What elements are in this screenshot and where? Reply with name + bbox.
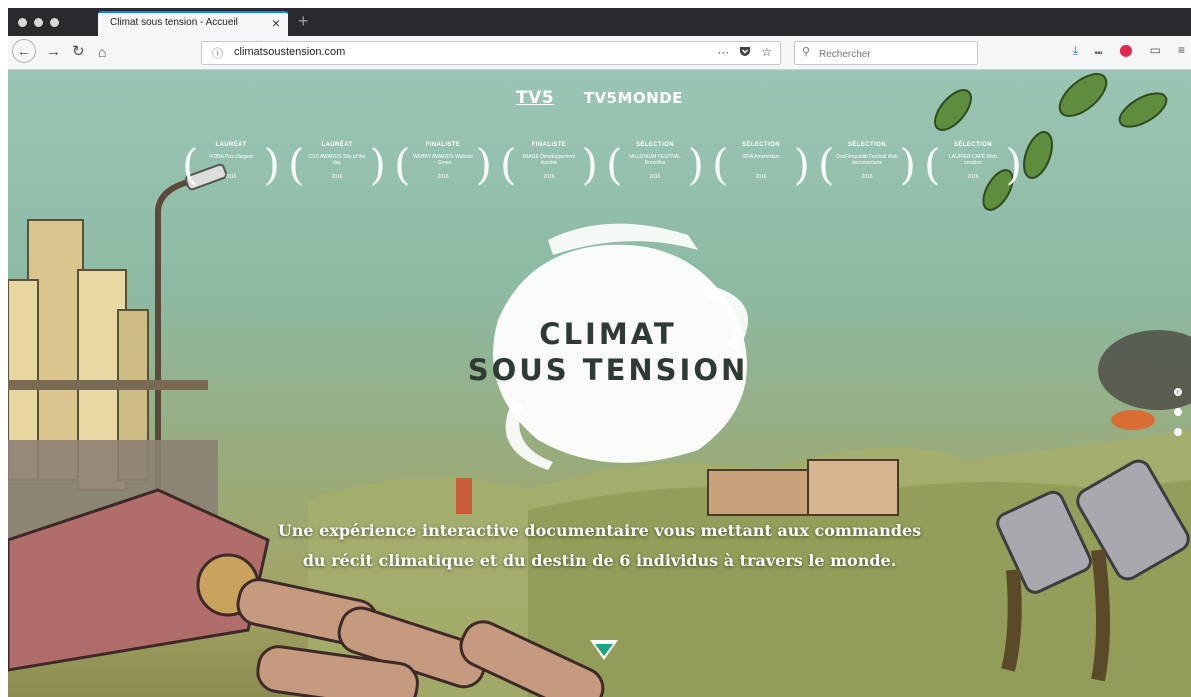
search-icon: ⚲ — [802, 46, 811, 58]
tab-active[interactable]: Climat sous tension - Accueil × — [98, 11, 288, 36]
award-name: IMAGE Développement durable — [522, 154, 576, 166]
maximize-window-button[interactable] — [50, 18, 59, 27]
page-content: TV5 TV5MONDE ( ) LAURÉAT FIDBA Prix d'ar… — [8, 70, 1191, 697]
laurel-right-icon: ) — [793, 140, 810, 189]
award-badge: ( ) FINALISTE WEBBY AWARDS Website - Gre… — [394, 138, 492, 198]
logo-title-line1: CLIMAT — [539, 317, 677, 351]
award-badge: ( ) LAURÉAT FIDBA Prix d'argent 2016 — [182, 138, 280, 198]
pocket-icon[interactable] — [739, 45, 751, 60]
laurel-right-icon: ) — [1005, 140, 1022, 189]
award-title: FINALISTE — [425, 142, 461, 148]
award-title: LAURÉAT — [215, 142, 247, 148]
sidebar-icon[interactable]: ▭ — [1150, 43, 1161, 58]
chevron-down-icon — [590, 640, 618, 660]
award-name: FIDBA Prix d'argent — [209, 154, 253, 160]
award-title: SÉLECTION — [954, 142, 992, 148]
pagination-dot[interactable] — [1174, 388, 1182, 396]
laurel-right-icon: ) — [687, 140, 704, 189]
site-info-icon[interactable]: ⓘ — [212, 45, 223, 61]
back-button[interactable]: ← — [12, 39, 36, 63]
site-logo: CLIMAT SOUS TENSION — [388, 250, 828, 480]
award-name: DocFilmpublik Festival Web documentaire — [836, 154, 898, 166]
download-icon[interactable]: ⤓ — [1073, 43, 1078, 58]
award-badge: ( ) SÉLECTION MILLENIUM FESTIVAL Bruxell… — [606, 138, 704, 198]
laurel-right-icon: ) — [475, 140, 492, 189]
award-year: 2016 — [649, 174, 661, 180]
tv5-logo[interactable]: TV5 — [516, 88, 554, 108]
close-window-button[interactable] — [18, 18, 27, 27]
award-badge: ( ) FINALISTE IMAGE Développement durabl… — [500, 138, 598, 198]
broadcaster-logos: TV5 TV5MONDE — [8, 88, 1191, 108]
pagination-dot[interactable] — [1174, 408, 1182, 416]
award-title: SÉLECTION — [636, 142, 674, 148]
library-icon[interactable]: ⑉ — [1095, 43, 1102, 58]
award-title: FINALISTE — [531, 142, 567, 148]
bookmark-star-icon[interactable]: ☆ — [761, 45, 772, 60]
awards-row: ( ) LAURÉAT FIDBA Prix d'argent 2016 ( )… — [182, 138, 1022, 198]
award-badge: ( ) SÉLECTION DocFilmpublik Festival Web… — [818, 138, 916, 198]
award-year: 2016 — [331, 174, 343, 180]
award-badge: ( ) SÉLECTION IDFA Amsterdam 2016 — [712, 138, 810, 198]
award-year: 2016 — [861, 174, 873, 180]
ublock-icon[interactable]: ⬤ — [1119, 43, 1132, 58]
award-name: LAURIER CAFÉ Web creation — [949, 154, 997, 166]
award-name: MILLENIUM FESTIVAL Bruxelles — [629, 154, 681, 166]
new-tab-button[interactable]: + — [298, 10, 309, 32]
award-year: 2016 — [437, 174, 449, 180]
tv5monde-logo[interactable]: TV5MONDE — [584, 89, 683, 107]
award-year: 2016 — [543, 174, 555, 180]
tab-title: Climat sous tension - Accueil — [110, 17, 238, 28]
pagination-dot[interactable] — [1174, 428, 1182, 436]
award-title: LAURÉAT — [321, 142, 353, 148]
laurel-right-icon: ) — [263, 140, 280, 189]
window-controls[interactable] — [18, 18, 59, 27]
award-year: 2016 — [225, 174, 237, 180]
nav-bar: ← → ↻ ⌂ ⓘ climatsoustension.com ··· ☆ ⚲ … — [8, 36, 1191, 70]
laurel-right-icon: ) — [581, 140, 598, 189]
award-badge: ( ) SÉLECTION LAURIER CAFÉ Web creation … — [924, 138, 1022, 198]
scroll-down-button[interactable] — [590, 640, 618, 662]
section-pagination — [1174, 388, 1182, 448]
award-name: WEBBY AWARDS Website - Green — [412, 154, 474, 166]
search-input[interactable] — [817, 45, 971, 63]
award-name: IDFA Amsterdam — [742, 154, 780, 160]
award-title: SÉLECTION — [848, 142, 886, 148]
reload-button[interactable]: ↻ — [72, 42, 85, 62]
url-bar[interactable]: ⓘ climatsoustension.com ··· ☆ — [201, 41, 781, 65]
search-bar[interactable]: ⚲ — [794, 41, 978, 65]
award-title: SÉLECTION — [742, 142, 780, 148]
close-tab-icon[interactable]: × — [272, 14, 280, 32]
page-actions-icon[interactable]: ··· — [717, 45, 729, 60]
url-text[interactable]: climatsoustension.com — [234, 46, 345, 58]
laurel-right-icon: ) — [899, 140, 916, 189]
home-button[interactable]: ⌂ — [98, 42, 106, 62]
logo-title-line2: SOUS TENSION — [467, 353, 749, 387]
title-bar: Climat sous tension - Accueil × + — [8, 8, 1191, 36]
award-badge: ( ) LAURÉAT CSS AWARDS Site of the day 2… — [288, 138, 386, 198]
laurel-right-icon: ) — [369, 140, 386, 189]
award-year: 2016 — [967, 174, 979, 180]
tagline-line1: Une expérience interactive documentaire … — [277, 521, 922, 540]
tagline-line2: du récit climatique et du destin de 6 in… — [302, 551, 897, 570]
tagline: Une expérience interactive documentaire … — [8, 516, 1191, 576]
minimize-window-button[interactable] — [34, 18, 43, 27]
award-year: 2016 — [755, 174, 767, 180]
award-name: CSS AWARDS Site of the day — [308, 154, 366, 166]
menu-icon[interactable]: ≡ — [1178, 43, 1185, 58]
forward-button[interactable]: → — [46, 42, 61, 62]
